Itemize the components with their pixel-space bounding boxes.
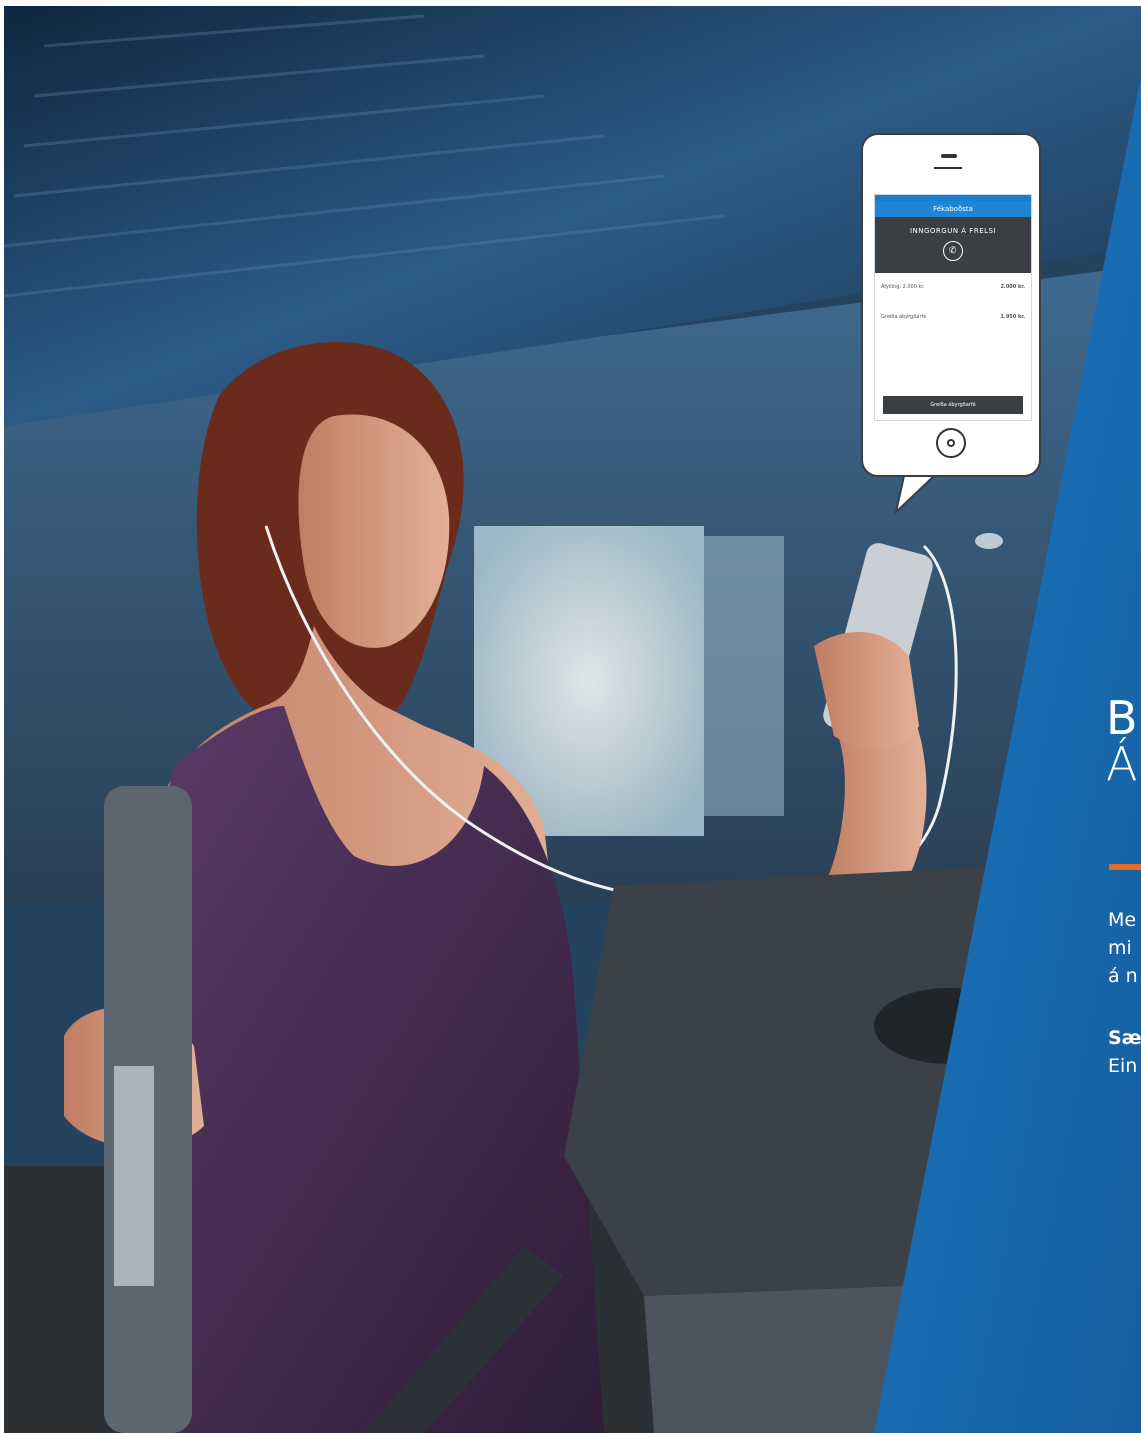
- orange-rule: [1109, 864, 1141, 870]
- panel-body-2: mi: [1108, 937, 1132, 959]
- phone-screen-title: Fékaboðsta: [875, 201, 1031, 217]
- phone-row-2: Greiða ábyrgðarfé 1.950 kr.: [881, 314, 1025, 320]
- panel-last-line: Ein: [1108, 1055, 1138, 1077]
- banner-text: INNGORGUN Á FRELSI: [909, 227, 997, 235]
- panel-heading-1: B: [1106, 691, 1138, 745]
- phone-screen: Fékaboðsta INNGORGUN Á FRELSI ✆ Áfylling…: [874, 194, 1032, 421]
- panel-body-3: á n: [1108, 965, 1138, 987]
- window-side: [704, 536, 784, 816]
- ad-photo: Fékaboðsta INNGORGUN Á FRELSI ✆ Áfylling…: [4, 6, 1141, 1433]
- phone-speaker: [941, 154, 957, 158]
- panel-body-1: Me: [1108, 909, 1137, 931]
- phone-pay-button: Greiða ábyrgðarfé: [883, 396, 1023, 414]
- phone-row-1: Áfylling, 2.000 kr. 2.000 kr.: [881, 284, 1025, 290]
- panel-heading-2: Á: [1106, 737, 1138, 791]
- phone-icon: ✆: [943, 241, 963, 261]
- panel-bold-line: Sæ: [1108, 1027, 1141, 1049]
- phone-banner: INNGORGUN Á FRELSI ✆: [875, 217, 1031, 273]
- ceiling-lamp: [975, 533, 1003, 549]
